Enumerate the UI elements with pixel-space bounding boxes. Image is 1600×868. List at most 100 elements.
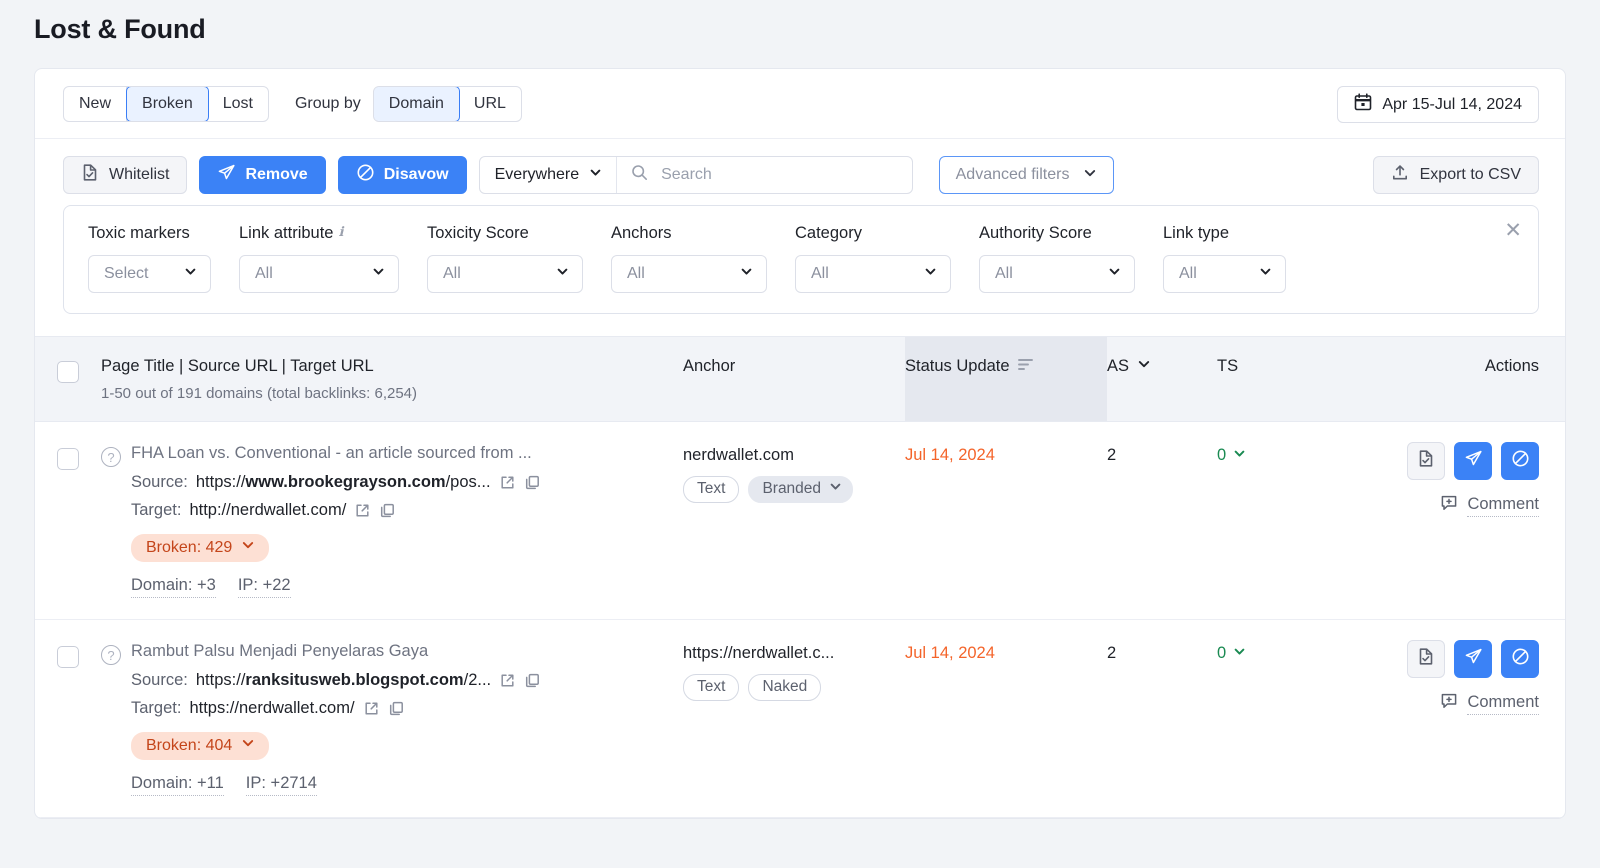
header-status-update: Status Update — [905, 357, 1010, 375]
source-url-text[interactable]: https://ranksitusweb.blogspot.com/2... — [196, 671, 491, 690]
toxicity-score-value[interactable]: 0 — [1217, 644, 1246, 663]
reference-links: Domain: +11 IP: +2714 — [131, 774, 683, 796]
anchor-tag-branded[interactable]: Branded — [748, 476, 854, 503]
help-circle-icon[interactable]: ? — [101, 645, 121, 665]
external-link-icon[interactable] — [499, 672, 516, 689]
copy-icon[interactable] — [524, 672, 541, 689]
sort-icon[interactable] — [1017, 357, 1034, 376]
toxic-markers-select[interactable]: Select — [88, 255, 211, 293]
link-type-select[interactable]: All — [1163, 255, 1286, 293]
header-anchor-cell: Anchor — [683, 337, 905, 421]
disavow-button[interactable]: Disavow — [337, 156, 467, 194]
copy-icon[interactable] — [388, 700, 405, 717]
table-header-row: Page Title | Source URL | Target URL 1-5… — [35, 336, 1565, 422]
row-status-cell: Jul 14, 2024 — [905, 620, 1107, 817]
anchor-tags: Text Branded — [683, 476, 905, 503]
tab-domain[interactable]: Domain — [373, 86, 460, 121]
target-url-text[interactable]: http://nerdwallet.com/ — [189, 501, 346, 520]
paper-plane-icon — [1464, 647, 1483, 671]
anchor-tag-text[interactable]: Text — [683, 674, 740, 701]
copy-icon[interactable] — [379, 502, 396, 519]
header-as-cell[interactable]: AS — [1107, 337, 1217, 421]
search-input[interactable] — [659, 165, 912, 185]
copy-icon[interactable] — [524, 474, 541, 491]
filter-category: Category All — [795, 224, 951, 293]
anchor-text: https://nerdwallet.c... — [683, 644, 835, 662]
row-remove-button[interactable] — [1454, 442, 1492, 480]
row-disavow-button[interactable] — [1501, 442, 1539, 480]
remove-button[interactable]: Remove — [199, 156, 326, 194]
add-comment-button[interactable]: Comment — [1357, 692, 1539, 715]
info-icon[interactable]: ℹ — [338, 224, 343, 240]
anchor-tag-text[interactable]: Text — [683, 476, 740, 503]
row-title-cell: ? Rambut Palsu Menjadi Penyelaras Gaya S… — [101, 620, 683, 817]
search-icon — [631, 164, 648, 186]
domain-refs-link[interactable]: Domain: +11 — [131, 774, 224, 796]
source-url-line: Source: https://ranksitusweb.blogspot.co… — [131, 671, 683, 690]
tab-url[interactable]: URL — [459, 87, 521, 121]
no-entry-icon — [1511, 647, 1530, 671]
external-link-icon[interactable] — [499, 474, 516, 491]
export-to-csv-button[interactable]: Export to CSV — [1372, 156, 1539, 194]
page-title-text[interactable]: Rambut Palsu Menjadi Penyelaras Gaya — [131, 642, 683, 661]
search-bar: Everywhere — [478, 156, 913, 194]
category-select[interactable]: All — [795, 255, 951, 293]
select-all-checkbox[interactable] — [57, 361, 79, 383]
domain-refs-link[interactable]: Domain: +3 — [131, 576, 216, 598]
ip-refs-link[interactable]: IP: +2714 — [245, 774, 317, 796]
chevron-down-icon — [1233, 446, 1246, 465]
external-link-icon[interactable] — [354, 502, 371, 519]
chevron-down-icon[interactable] — [1137, 357, 1151, 376]
anchors-select[interactable]: All — [611, 255, 767, 293]
external-link-icon[interactable] — [363, 700, 380, 717]
tab-broken[interactable]: Broken — [126, 86, 209, 121]
row-disavow-button[interactable] — [1501, 640, 1539, 678]
ip-refs-link[interactable]: IP: +22 — [237, 576, 291, 598]
row-action-buttons — [1357, 640, 1539, 678]
tab-new[interactable]: New — [64, 86, 128, 121]
status-update-date: Jul 14, 2024 — [905, 644, 995, 662]
select-value: Select — [104, 265, 149, 282]
authority-score-select[interactable]: All — [979, 255, 1135, 293]
target-label: Target: — [131, 501, 182, 519]
row-whitelist-button[interactable] — [1407, 442, 1445, 480]
header-ts-cell[interactable]: TS — [1217, 337, 1357, 421]
add-comment-button[interactable]: Comment — [1357, 494, 1539, 517]
date-range-picker[interactable]: Apr 15-Jul 14, 2024 — [1337, 86, 1539, 123]
toxicity-score-value[interactable]: 0 — [1217, 446, 1246, 465]
close-icon[interactable]: ✕ — [1504, 220, 1522, 241]
chevron-down-icon — [1259, 265, 1272, 283]
row-checkbox[interactable] — [57, 448, 79, 470]
help-circle-icon[interactable]: ? — [101, 447, 121, 467]
advanced-filters-toggle[interactable]: Advanced filters — [938, 156, 1115, 194]
document-check-icon — [81, 163, 100, 187]
tab-lost[interactable]: Lost — [208, 87, 268, 121]
action-bar: Whitelist Remove Disavow Everywhere Sear… — [35, 139, 1565, 194]
date-range-value: Apr 15-Jul 14, 2024 — [1382, 95, 1522, 113]
header-anchor: Anchor — [683, 357, 736, 375]
search-scope-select[interactable]: Everywhere — [480, 157, 618, 193]
remove-label: Remove — [245, 166, 308, 183]
page-title: Lost & Found — [34, 14, 206, 44]
header-status-cell[interactable]: Status Update — [905, 337, 1107, 421]
header-title-cell: Page Title | Source URL | Target URL 1-5… — [101, 337, 683, 421]
filter-label: Anchors — [611, 224, 672, 242]
whitelist-button[interactable]: Whitelist — [63, 156, 188, 194]
row-whitelist-button[interactable] — [1407, 640, 1445, 678]
row-remove-button[interactable] — [1454, 640, 1492, 678]
broken-status-pill[interactable]: Broken: 404 — [131, 732, 270, 760]
status-update-date: Jul 14, 2024 — [905, 446, 995, 464]
link-attribute-select[interactable]: All — [239, 255, 399, 293]
broken-status-pill[interactable]: Broken: 429 — [131, 534, 270, 562]
source-url-text[interactable]: https://www.brookegrayson.com/pos... — [196, 473, 491, 492]
toolbar: New Broken Lost Group by Domain URL Apr … — [35, 69, 1565, 139]
anchor-tag-naked[interactable]: Naked — [748, 674, 822, 701]
document-check-icon — [1417, 647, 1436, 671]
filter-toxic-markers: Toxic markers Select — [88, 224, 211, 293]
toxicity-score-select[interactable]: All — [427, 255, 583, 293]
target-url-line: Target: http://nerdwallet.com/ — [131, 501, 683, 520]
row-checkbox[interactable] — [57, 646, 79, 668]
chevron-down-icon — [184, 265, 197, 283]
target-url-text[interactable]: https://nerdwallet.com/ — [189, 699, 354, 718]
page-title-text[interactable]: FHA Loan vs. Conventional - an article s… — [131, 444, 683, 463]
